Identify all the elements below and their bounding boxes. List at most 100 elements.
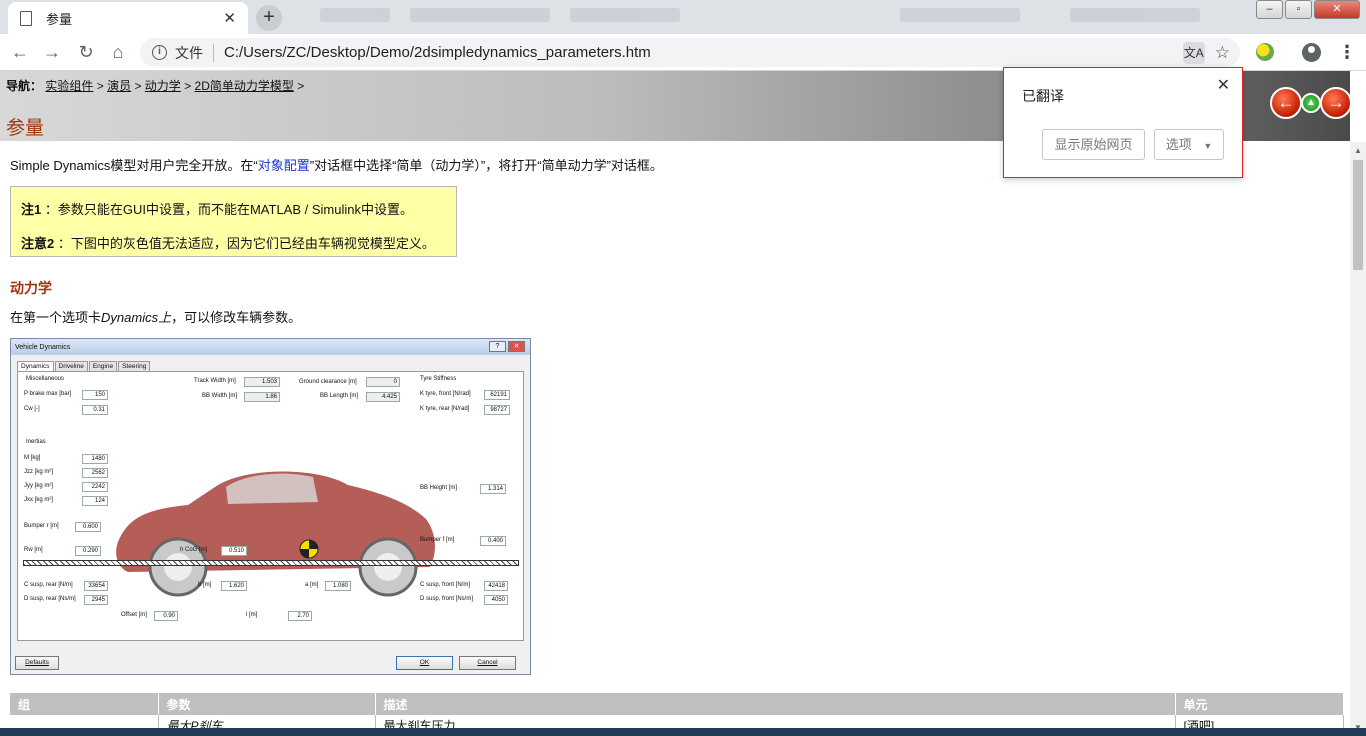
vertical-scrollbar[interactable]: ▲ ▼ <box>1350 142 1366 736</box>
breadcrumb-link[interactable]: 动力学 <box>145 79 181 93</box>
vehicle-dynamics-dialog-image: Vehicle Dynamics ? ✕ Dynamics Driveline … <box>10 338 531 675</box>
field-value: 62191 <box>484 390 510 400</box>
breadcrumb-separator: > <box>184 79 192 93</box>
info-icon[interactable]: i <box>152 45 167 60</box>
translate-icon[interactable]: 文A <box>1182 41 1205 64</box>
caret-down-icon: ▼ <box>1203 141 1213 151</box>
home-icon[interactable]: ⌂ <box>106 40 130 64</box>
field-label: Bumper r [m] <box>24 523 59 529</box>
address-bar[interactable]: i 文件 C:/Users/ZC/Desktop/Demo/2dsimpledy… <box>140 38 1240 67</box>
column-header: 描述 <box>375 693 1176 715</box>
dialog-tab: Engine <box>88 361 118 371</box>
column-header: 单元 <box>1175 693 1344 715</box>
field-label: M [kg] <box>24 455 41 461</box>
field-value: 0.290 <box>75 546 101 556</box>
group-label: Inertias <box>26 439 46 445</box>
note-label: 注1 <box>21 202 42 217</box>
field-label: h CoG [m] <box>180 547 208 553</box>
dialog-tab: Dynamics <box>17 361 54 371</box>
field-value: 0.90 <box>154 611 178 621</box>
show-original-button[interactable]: 显示原始网页 <box>1042 129 1145 160</box>
translate-options-button[interactable]: 选项 ▼ <box>1154 129 1224 160</box>
field-value: 0.400 <box>480 536 506 546</box>
section-intro-italic: Dynamics上 <box>101 310 172 325</box>
section-intro-text: 在第一个选项卡 <box>10 310 102 325</box>
breadcrumb-link[interactable]: 实验组件 <box>45 79 93 93</box>
tab-active[interactable]: 参量 ✕ <box>8 2 248 34</box>
tab-strip: 参量 ✕ + – ▫ ✕ <box>0 0 1366 34</box>
field-value: 42418 <box>484 581 508 591</box>
field-label: Track Width [m] <box>194 378 236 384</box>
field-label: C susp, rear [N/m] <box>24 582 73 588</box>
menu-icon[interactable]: ⋮ <box>1338 42 1356 63</box>
field-label: Ground clearance [m] <box>299 379 357 385</box>
close-icon[interactable]: ✕ <box>223 9 236 27</box>
back-arrow-icon[interactable]: ← <box>8 40 32 64</box>
cancel-button: Cancel <box>459 656 516 670</box>
ground-line <box>23 560 519 566</box>
browser-toolbar: ← → ↻ ⌂ i 文件 C:/Users/ZC/Desktop/Demo/2d… <box>0 34 1366 71</box>
back-to-top-icon[interactable]: ▲ <box>1301 93 1321 113</box>
taskbar <box>0 728 1366 736</box>
breadcrumb: 导航： 实验组件 > 演员 > 动力学 > 2D简单动力学模型 > <box>6 77 304 94</box>
breadcrumb-separator: > <box>96 79 104 93</box>
options-label: 选项 <box>1165 137 1192 152</box>
breadcrumb-link[interactable]: 2D简单动力学模型 <box>195 79 294 93</box>
page-icon <box>20 10 32 26</box>
previous-page-icon[interactable]: ← <box>1270 87 1302 119</box>
rear-hub <box>164 553 192 581</box>
translate-popup-title: 已翻译 <box>1022 88 1064 104</box>
car-illustration <box>116 471 435 597</box>
field-label: l [m] <box>246 612 258 618</box>
field-value: 33654 <box>84 581 108 591</box>
background-tab[interactable] <box>320 8 390 22</box>
field-value: 1.080 <box>325 581 351 591</box>
window-controls: – ▫ ✕ <box>1254 0 1360 20</box>
minimize-button[interactable]: – <box>1256 0 1283 19</box>
background-tab[interactable] <box>410 8 550 22</box>
breadcrumb-separator: > <box>297 79 305 93</box>
background-tab[interactable] <box>900 8 1020 22</box>
scrollbar-thumb[interactable] <box>1353 160 1363 270</box>
field-label: Cw [-] <box>24 406 40 412</box>
profile-icon[interactable] <box>1302 43 1321 62</box>
field-label: Offset [m] <box>121 612 147 618</box>
close-window-button[interactable]: ✕ <box>1314 0 1360 19</box>
page-navigation: ← ▲ → <box>1270 87 1350 119</box>
bookmark-star-icon[interactable]: ☆ <box>1215 43 1230 63</box>
note-label: 注意2 <box>21 236 55 251</box>
dialog-tab: Driveline <box>54 361 88 371</box>
breadcrumb-link[interactable]: 演员 <box>107 79 131 93</box>
forward-arrow-icon[interactable]: → <box>40 40 64 64</box>
section-intro: 在第一个选项卡Dynamics上，可以修改车辆参数。 <box>10 307 301 326</box>
dialog-panel: Miscellaneous Tyre Stiffness Inertias P … <box>17 371 524 641</box>
background-tab[interactable] <box>1070 8 1200 22</box>
field-value: 1.620 <box>221 581 247 591</box>
field-value: 1.503 <box>244 377 280 387</box>
background-tab[interactable] <box>570 8 680 22</box>
dialog-title: Vehicle Dynamics <box>15 343 71 351</box>
translate-popup: 已翻译 ✕ 显示原始网页 选项 ▼ <box>1003 67 1243 178</box>
field-value: 0 <box>366 377 400 387</box>
scroll-up-icon[interactable]: ▲ <box>1354 146 1362 155</box>
breadcrumb-separator: > <box>134 79 142 93</box>
reload-icon[interactable]: ↻ <box>74 40 98 64</box>
url-text[interactable]: C:/Users/ZC/Desktop/Demo/2dsimpledynamic… <box>224 44 1183 61</box>
dialog-titlebar: Vehicle Dynamics ? ✕ <box>11 339 530 355</box>
field-value: 2945 <box>84 595 108 605</box>
maximize-button[interactable]: ▫ <box>1285 0 1312 19</box>
extension-icon[interactable] <box>1256 43 1274 61</box>
field-label: BB Length [m] <box>320 393 359 399</box>
group-label: Tyre Stiffness <box>420 376 457 382</box>
field-label: b [m] <box>198 582 212 588</box>
next-page-icon[interactable]: → <box>1320 87 1350 119</box>
field-label: BB Height [m] <box>420 485 458 491</box>
field-value: 98727 <box>484 405 510 415</box>
field-label: Jzz [kg m²] <box>24 469 54 475</box>
column-header: 参数 <box>158 693 376 715</box>
object-config-link[interactable]: 对象配置 <box>258 158 310 173</box>
dialog-tabs: Dynamics Driveline Engine Steering <box>17 361 151 371</box>
new-tab-button[interactable]: + <box>256 5 282 31</box>
field-value: 4.425 <box>366 392 400 402</box>
close-icon[interactable]: ✕ <box>1217 75 1230 95</box>
